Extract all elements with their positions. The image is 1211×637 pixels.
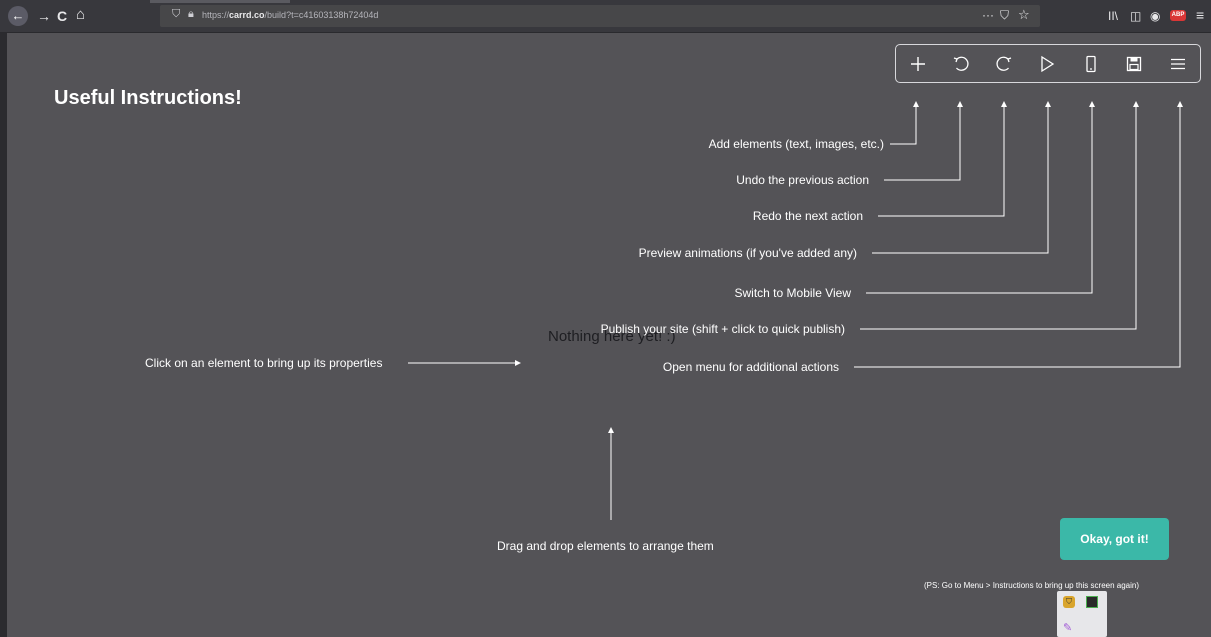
terminal-extension-icon[interactable] (1086, 596, 1098, 608)
arrowhead-menu (1177, 101, 1183, 107)
arrowhead-preview (1045, 101, 1051, 107)
plus-icon (911, 56, 925, 71)
sidebar-icon[interactable]: ◫ (1130, 9, 1141, 23)
publish-button[interactable] (1113, 45, 1155, 82)
connector-redo (878, 106, 1005, 217)
back-icon[interactable]: ← (8, 6, 28, 26)
arrowhead-mobile (1089, 101, 1095, 107)
extension-popup: ⛉ ✎ (1057, 591, 1107, 637)
url-text[interactable]: https://carrd.co/build?t=c41603138h72404… (202, 10, 378, 20)
adblock-icon[interactable]: ABP (1170, 10, 1186, 21)
preview-button[interactable] (1026, 45, 1068, 82)
mobile-view-button[interactable] (1070, 45, 1112, 82)
home-icon[interactable]: ⌂ (76, 7, 85, 22)
instruction-add: Add elements (text, images, etc.) (708, 137, 884, 151)
instruction-redo: Redo the next action (752, 209, 863, 223)
page-title: Useful Instructions! (54, 87, 242, 109)
address-bar[interactable]: ⛉ 🔒︎ https://carrd.co/build?t=c41603138h… (160, 5, 1040, 27)
connector-menu (854, 106, 1181, 368)
menu-icon (1171, 58, 1185, 69)
browser-menu-icon[interactable]: ≡ (1196, 8, 1204, 22)
connector-publish (860, 106, 1137, 330)
instruction-drag: Drag and drop elements to arrange them (497, 539, 714, 553)
arrowhead-publish (1133, 101, 1139, 107)
pocket-icon[interactable]: ⛉ (1000, 8, 1009, 23)
okay-got-it-button[interactable]: Okay, got it! (1060, 518, 1169, 560)
arrowhead-properties (515, 360, 521, 366)
arrowhead-redo (1001, 101, 1007, 107)
reload-icon[interactable]: C (57, 9, 67, 23)
redo-icon (996, 56, 1012, 71)
connector-mobile (866, 106, 1093, 294)
connector-add (890, 106, 917, 145)
account-icon[interactable]: ◉ (1150, 9, 1160, 23)
play-icon (1041, 55, 1055, 72)
editor-toolbar (895, 44, 1201, 83)
save-icon (1126, 56, 1142, 71)
redo-button[interactable] (983, 45, 1025, 82)
shield-extension-icon[interactable]: ⛉ (1063, 596, 1075, 608)
arrowhead-undo (957, 101, 963, 107)
undo-icon (953, 56, 969, 71)
bookmark-star-icon[interactable]: ☆ (1018, 7, 1030, 23)
instruction-publish: Publish your site (shift + click to quic… (600, 322, 845, 336)
library-icon[interactable]: II\ (1108, 9, 1118, 23)
menu-button[interactable] (1157, 45, 1199, 82)
instruction-properties: Click on an element to bring up its prop… (145, 356, 383, 370)
forward-icon[interactable]: → (37, 9, 51, 23)
instruction-preview: Preview animations (if you've added any) (638, 246, 857, 260)
connector-undo (884, 106, 961, 181)
tracking-shield-icon[interactable]: ⛉ (172, 8, 180, 21)
phone-icon (1086, 55, 1096, 72)
page-actions-icon[interactable]: ··· (982, 8, 994, 22)
arrowhead-add (913, 101, 919, 107)
pen-extension-icon[interactable]: ✎ (1063, 621, 1072, 634)
instruction-undo: Undo the previous action (736, 173, 869, 187)
instruction-mobile: Switch to Mobile View (734, 286, 852, 300)
lock-icon[interactable]: 🔒︎ (188, 8, 194, 21)
instruction-menu: Open menu for additional actions (662, 360, 839, 374)
left-edge-strip (0, 33, 7, 637)
arrowhead-drag (608, 427, 614, 433)
connector-preview (872, 106, 1049, 254)
undo-button[interactable] (940, 45, 982, 82)
ps-note: (PS: Go to Menu > Instructions to bring … (924, 581, 1139, 590)
active-tab-indicator (150, 0, 290, 3)
add-button[interactable] (897, 45, 939, 82)
browser-toolbar: ← → C ⌂ ⛉ 🔒︎ https://carrd.co/build?t=c4… (0, 0, 1211, 33)
